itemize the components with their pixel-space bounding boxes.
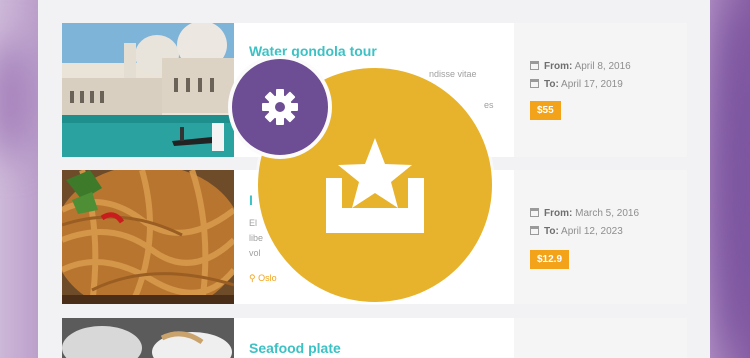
price-badge[interactable]: $12.9 bbox=[530, 250, 570, 269]
background-blur-right bbox=[712, 0, 750, 358]
price-badge[interactable]: $55 bbox=[530, 101, 561, 120]
map-pin-icon: ⚲ bbox=[249, 273, 256, 283]
card-dates: From: March 5, 2016 To: April 12, 2023 $… bbox=[514, 170, 687, 304]
gear-icon bbox=[262, 89, 298, 125]
card-title[interactable]: Seafood plate bbox=[249, 340, 341, 356]
card-dates: From: April 8, 2016 To: April 17, 2019 $… bbox=[514, 23, 687, 157]
to-date: To: April 12, 2023 bbox=[530, 226, 623, 237]
tour-card[interactable]: Seafood plate bbox=[62, 318, 687, 358]
from-date: From: April 8, 2016 bbox=[530, 61, 631, 72]
to-date: To: April 17, 2019 bbox=[530, 79, 623, 90]
card-dates bbox=[514, 318, 687, 358]
card-description: El bbox=[249, 218, 258, 228]
from-date: From: March 5, 2016 bbox=[530, 208, 639, 219]
calendar-icon bbox=[530, 79, 539, 88]
calendar-icon bbox=[530, 61, 539, 70]
settings-button[interactable] bbox=[228, 55, 332, 159]
calendar-icon bbox=[530, 208, 539, 217]
background-blur bbox=[0, 40, 30, 160]
pasta-thumbnail[interactable] bbox=[62, 170, 234, 304]
venice-thumbnail[interactable] bbox=[62, 23, 234, 157]
calendar-icon bbox=[530, 226, 539, 235]
seafood-thumbnail[interactable] bbox=[62, 318, 234, 358]
card-title[interactable]: I bbox=[249, 192, 253, 208]
card-info: Seafood plate bbox=[249, 318, 514, 358]
